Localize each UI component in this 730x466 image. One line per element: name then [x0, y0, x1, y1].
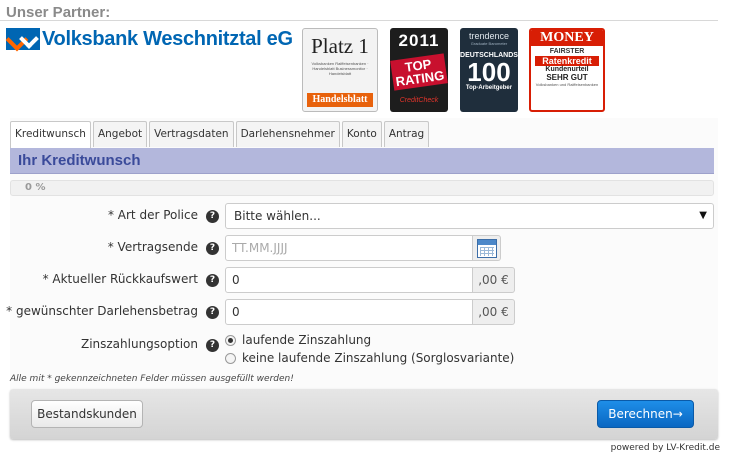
volksbank-logo-icon: [6, 28, 40, 50]
darlehensbetrag-label: * gewünschter Darlehensbetrag: [6, 304, 198, 318]
vertragsende-row: * Vertragsende ?: [0, 235, 730, 261]
rueckkaufswert-label: * Aktueller Rückkaufswert: [42, 272, 198, 286]
badge-line: Top-Arbeitgeber: [465, 85, 513, 91]
radio-label: laufende Zinszahlung: [242, 333, 372, 347]
tab-konto[interactable]: Konto: [341, 121, 382, 147]
help-icon[interactable]: ?: [206, 242, 219, 255]
tab-angebot[interactable]: Angebot: [92, 121, 148, 147]
currency-suffix: ,00 €: [473, 299, 515, 325]
vertragsende-input[interactable]: [225, 235, 473, 261]
darlehensbetrag-input[interactable]: [225, 299, 473, 325]
progress-bar: 0 %: [10, 180, 714, 196]
badge-line: Volksbanken und Raiffeisenbanken: [535, 82, 599, 87]
tab-antrag[interactable]: Antrag: [383, 121, 430, 147]
badge-year: 2011: [398, 31, 440, 50]
badge-sub: CreditCheck: [399, 97, 439, 104]
badge-brand: MONEY: [531, 30, 603, 46]
currency-suffix: ,00 €: [473, 267, 515, 293]
berechnen-button[interactable]: Berechnen→: [597, 400, 694, 428]
police-select[interactable]: Bitte wählen... ▼: [225, 203, 714, 229]
badge-line: Kundenurteil: [545, 66, 589, 73]
rueckkaufswert-input[interactable]: [225, 267, 473, 293]
badge-title: Platz 1: [311, 34, 369, 58]
zinszahlung-radio-group: laufende Zinszahlung keine laufende Zins…: [225, 331, 514, 367]
section-title: Ihr Kreditwunsch: [18, 152, 141, 169]
rueckkaufswert-row: * Aktueller Rückkaufswert ? ,00 €: [0, 267, 730, 293]
calendar-icon: [477, 239, 497, 258]
police-row: * Art der Police ? Bitte wählen... ▼: [0, 203, 730, 229]
badge-brand: trendence: [468, 31, 510, 41]
top-rating-badge: 2011 TOP RATING CreditCheck: [390, 28, 448, 112]
radio-button-checked[interactable]: [225, 334, 236, 346]
darlehensbetrag-row: * gewünschter Darlehensbetrag ? ,00 €: [0, 299, 730, 325]
action-bar: Bestandskunden Berechnen→: [10, 389, 718, 439]
trendence-badge: trendence Graduate Barometer DEUTSCHLAND…: [460, 28, 518, 112]
help-icon[interactable]: ?: [206, 210, 219, 223]
police-select-value: Bitte wählen...: [234, 209, 321, 223]
chevron-down-icon: ▼: [699, 210, 707, 221]
calendar-button[interactable]: [473, 235, 501, 261]
bestandskunden-button[interactable]: Bestandskunden: [31, 400, 143, 428]
help-icon[interactable]: ?: [206, 306, 219, 319]
powered-by-link[interactable]: powered by LV-Kredit.de: [611, 443, 720, 453]
police-label: * Art der Police: [107, 208, 198, 222]
tab-kreditwunsch[interactable]: Kreditwunsch: [10, 121, 91, 148]
badge-line: Ratenkredit: [535, 56, 599, 66]
badge-footer: Handelsblatt: [307, 93, 373, 107]
required-fields-note: Alle mit * gekennzeichneten Felder müsse…: [10, 374, 294, 384]
badge-text: Volksbanken Raiffeisenbanken · Handelsbl…: [311, 61, 369, 76]
radio-option-laufend[interactable]: laufende Zinszahlung: [225, 331, 514, 349]
radio-option-sorglos[interactable]: keine laufende Zinszahlung (Sorglosvaria…: [225, 349, 514, 367]
zinszahlung-label: Zinszahlungsoption: [80, 337, 198, 351]
help-icon[interactable]: ?: [206, 274, 219, 287]
radio-label: keine laufende Zinszahlung (Sorglosvaria…: [242, 351, 515, 365]
help-icon[interactable]: ?: [206, 339, 219, 352]
bank-name: Volksbank Weschnitztal eG: [42, 27, 293, 50]
progress-label: 0 %: [25, 182, 46, 193]
badge-title: TOP RATING: [390, 53, 448, 91]
section-header: Ihr Kreditwunsch: [10, 148, 714, 174]
vertragsende-label: * Vertragsende: [107, 240, 198, 254]
bank-logo[interactable]: Volksbank Weschnitztal eG: [6, 28, 293, 50]
radio-button[interactable]: [225, 352, 236, 364]
badge-sub: Graduate Barometer: [470, 41, 508, 46]
badge-number: 100: [467, 57, 511, 87]
badge-line: FAIRSTER: [549, 48, 585, 55]
tab-vertragsdaten[interactable]: Vertragsdaten: [149, 121, 234, 147]
divider: [0, 20, 718, 21]
partner-heading: Unser Partner:: [6, 4, 111, 21]
badge-line: SEHR GUT: [546, 73, 588, 82]
tab-bar: Kreditwunsch Angebot Vertragsdaten Darle…: [10, 121, 430, 148]
handelsblatt-badge: Platz 1 Volksbanken Raiffeisenbanken · H…: [302, 28, 378, 112]
money-badge: MONEY FAIRSTER Ratenkredit Kundenurteil …: [529, 28, 605, 112]
tab-darlehensnehmer[interactable]: Darlehensnehmer: [235, 121, 340, 147]
